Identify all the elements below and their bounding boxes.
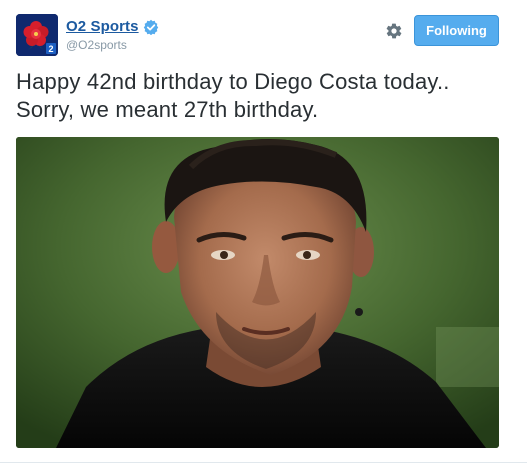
- avatar[interactable]: 2: [16, 14, 58, 56]
- tweet-photo[interactable]: [16, 137, 499, 448]
- avatar-badge-text: 2: [48, 44, 53, 54]
- tweet-divider: [0, 462, 527, 463]
- name-row: O2 Sports: [66, 18, 159, 35]
- following-button[interactable]: Following: [414, 15, 499, 46]
- verified-badge-icon: [143, 19, 159, 35]
- tweet-card: 2 O2 Sports @O2sports Following Happy 42…: [0, 0, 527, 467]
- tweet-text-line-1: Happy 42nd birthday to Diego Costa today…: [16, 69, 450, 94]
- england-rose-logo-icon: 2: [16, 14, 58, 56]
- tweet-text: Happy 42nd birthday to Diego Costa today…: [16, 68, 516, 124]
- tweet-header: 2 O2 Sports @O2sports Following: [0, 0, 527, 62]
- portrait-photo-image: [16, 137, 499, 448]
- user-handle: @O2sports: [66, 38, 127, 52]
- gear-icon[interactable]: [385, 22, 403, 40]
- display-name-link[interactable]: O2 Sports: [66, 18, 139, 35]
- tweet-text-line-2: Sorry, we meant 27th birthday.: [16, 97, 319, 122]
